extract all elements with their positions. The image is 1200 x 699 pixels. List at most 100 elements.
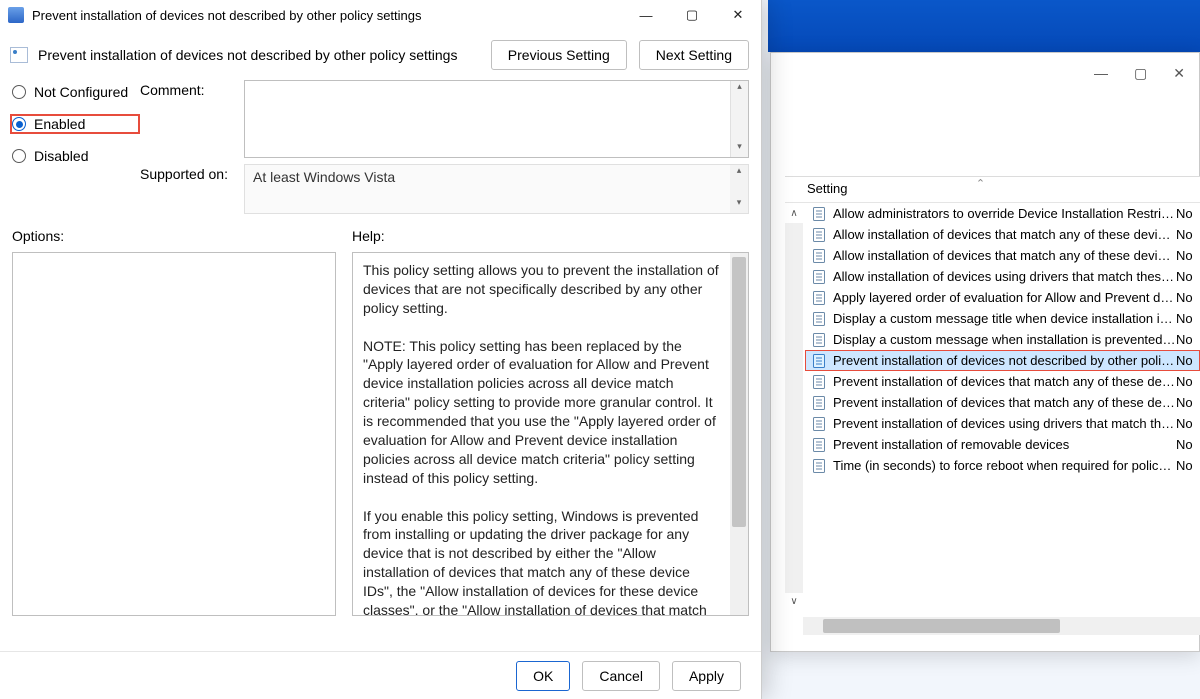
readonly-scrollbar: ▴ ▾ [730,165,748,213]
policy-list-header[interactable]: ⌃ Setting [785,177,1200,203]
radio-not-configured[interactable]: Not Configured [12,84,140,100]
scroll-down-icon[interactable]: ∨ [785,593,803,611]
policy-item-state: No [1176,353,1200,368]
titlebar[interactable]: Prevent installation of devices not desc… [0,0,761,30]
policy-row[interactable]: Display a custom message when installati… [805,329,1200,350]
policy-item-icon [811,416,827,432]
window-controls-secondary: — ▢ ✕ [1094,65,1185,82]
radio-dot-icon [12,117,26,131]
policy-item-state: No [1176,437,1200,452]
policy-item-icon [811,353,827,369]
policy-list-panel: ∧ ∨ ⌃ Setting Allow administrators to ov… [785,176,1200,635]
policy-item-state: No [1176,290,1200,305]
policy-edit-dialog: Prevent installation of devices not desc… [0,0,762,699]
policy-item-icon [811,206,827,222]
minimize-button[interactable]: — [623,0,669,30]
maximize-button[interactable]: ▢ [669,0,715,30]
help-panel: This policy setting allows you to preven… [352,252,749,616]
policy-row[interactable]: Prevent installation of devices that mat… [805,392,1200,413]
policy-row[interactable]: Allow administrators to override Device … [805,203,1200,224]
policy-row[interactable]: Apply layered order of evaluation for Al… [805,287,1200,308]
policy-item-state: No [1176,206,1200,221]
comment-label: Comment: [140,80,244,98]
policy-horizontal-scrollbar[interactable] [803,617,1200,635]
scrollbar-thumb[interactable] [823,619,1060,633]
options-panel[interactable] [12,252,336,616]
column-header-setting[interactable]: Setting [807,181,1176,196]
policy-item-state: No [1176,269,1200,284]
policy-item-label: Allow installation of devices that match… [833,248,1176,263]
policy-row[interactable]: Prevent installation of removable device… [805,434,1200,455]
radio-dot-icon [12,149,26,163]
policy-row[interactable]: Prevent installation of devices not desc… [805,350,1200,371]
policy-item-state: No [1176,227,1200,242]
policy-item-label: Prevent installation of devices that mat… [833,374,1176,389]
previous-setting-button[interactable]: Previous Setting [491,40,627,70]
apply-button[interactable]: Apply [672,661,741,691]
policy-item-icon [811,269,827,285]
policy-vertical-scrollbar[interactable]: ∧ ∨ [785,205,803,611]
state-radio-group: Not Configured Enabled Disabled [12,80,140,220]
help-scrollbar[interactable] [730,253,748,615]
policy-row[interactable]: Allow installation of devices that match… [805,245,1200,266]
policy-item-label: Prevent installation of devices that mat… [833,395,1176,410]
policy-item-state: No [1176,248,1200,263]
policy-item-icon [811,290,827,306]
policy-item-icon [811,311,827,327]
scroll-down-icon[interactable]: ▾ [731,141,748,157]
policy-item-label: Display a custom message when installati… [833,332,1176,347]
policy-item-icon [811,395,827,411]
scroll-down-icon: ▾ [730,197,748,213]
minimize-icon[interactable]: — [1094,65,1108,82]
policy-item-label: Apply layered order of evaluation for Al… [833,290,1176,305]
policy-row[interactable]: Display a custom message title when devi… [805,308,1200,329]
help-text: This policy setting allows you to preven… [363,262,723,616]
column-header-state[interactable] [1176,181,1200,196]
policy-item-label: Allow installation of devices using driv… [833,269,1176,284]
comment-textarea[interactable]: ▴ ▾ [244,80,749,158]
textarea-scrollbar[interactable]: ▴ ▾ [730,81,748,157]
policy-item-icon [811,374,827,390]
radio-disabled[interactable]: Disabled [12,148,140,164]
policy-row[interactable]: Prevent installation of devices using dr… [805,413,1200,434]
radio-label: Not Configured [34,84,128,100]
help-label: Help: [352,228,749,244]
policy-row[interactable]: Time (in seconds) to force reboot when r… [805,455,1200,476]
policy-item-state: No [1176,374,1200,389]
state-and-fields-row: Not Configured Enabled Disabled Comment:… [0,76,761,220]
background-accent-bar [768,0,1200,52]
policy-row[interactable]: Allow installation of devices that match… [805,224,1200,245]
close-icon[interactable]: ✕ [1173,65,1185,82]
subheader: Prevent installation of devices not desc… [0,30,761,76]
policy-item-icon [811,248,827,264]
maximize-icon[interactable]: ▢ [1134,65,1147,82]
policy-item-icon [811,458,827,474]
policy-item-label: Prevent installation of devices not desc… [833,353,1176,368]
window-title: Prevent installation of devices not desc… [32,8,623,23]
scrollbar-thumb[interactable] [732,257,746,527]
policy-subtitle: Prevent installation of devices not desc… [38,47,491,63]
policy-row[interactable]: Prevent installation of devices that mat… [805,371,1200,392]
sort-indicator-icon: ⌃ [976,177,985,190]
policy-item-icon [811,227,827,243]
policy-item-icon [811,437,827,453]
radio-dot-icon [12,85,26,99]
options-label: Options: [12,228,336,244]
radio-enabled[interactable]: Enabled [10,114,140,134]
scroll-up-icon[interactable]: ▴ [731,81,748,97]
supported-on-text: At least Windows Vista [253,169,395,185]
next-setting-button[interactable]: Next Setting [639,40,749,70]
supported-on-value: At least Windows Vista ▴ ▾ [244,164,749,214]
close-button[interactable]: ✕ [715,0,761,30]
policy-item-label: Prevent installation of removable device… [833,437,1176,452]
ok-button[interactable]: OK [516,661,570,691]
scroll-up-icon[interactable]: ∧ [785,205,803,223]
radio-label: Enabled [34,116,85,132]
policy-item-label: Time (in seconds) to force reboot when r… [833,458,1176,473]
policy-row[interactable]: Allow installation of devices using driv… [805,266,1200,287]
cancel-button[interactable]: Cancel [582,661,660,691]
policy-item-icon [811,332,827,348]
policy-icon [10,47,28,63]
policy-item-state: No [1176,416,1200,431]
policy-item-label: Display a custom message title when devi… [833,311,1176,326]
